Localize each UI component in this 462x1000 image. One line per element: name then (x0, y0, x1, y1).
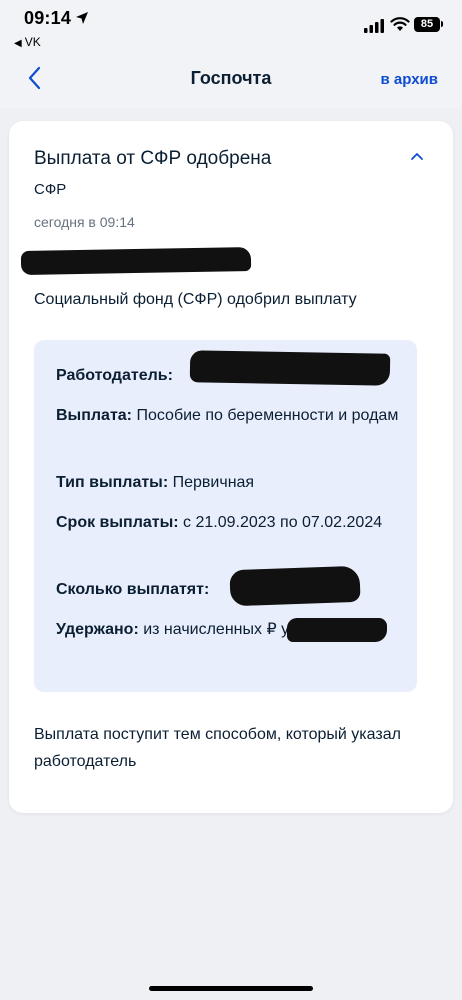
detail-label: Срок выплаты: (56, 514, 179, 531)
detail-label: Работодатель: (56, 367, 173, 384)
detail-payment-type: Тип выплаты: Первичная (56, 469, 406, 496)
message-footer: Выплата поступит тем способом, который у… (34, 726, 401, 770)
detail-label: Сколько выплатят: (56, 581, 210, 598)
battery-tip (441, 21, 443, 27)
message-sender: СФР (34, 181, 67, 198)
message-card: Выплата от СФР одобрена СФР сегодня в 09… (9, 121, 453, 813)
message-summary: Социальный фонд (СФР) одобрил выплату (34, 291, 357, 308)
status-time: 09:14 (24, 8, 72, 28)
redacted-employer (189, 350, 391, 386)
detail-label: Выплата: (56, 407, 133, 424)
detail-label: Удержано: (56, 621, 139, 638)
detail-payment-period: Срок выплаты: с 21.09.2023 по 07.02.2024 (56, 509, 406, 536)
cellular-signal-icon (364, 19, 384, 33)
detail-value: Первичная (168, 474, 255, 491)
archive-button[interactable]: в архив (381, 71, 438, 88)
detail-value: Пособие по беременности и родам (132, 407, 399, 424)
back-to-app-link[interactable]: ◀ VK (14, 35, 41, 49)
wifi-icon (390, 17, 410, 31)
message-title: Выплата от СФР одобрена (34, 148, 272, 169)
payment-details: Работодатель: Выплата: Пособие по береме… (34, 340, 417, 692)
redacted-amount (229, 565, 361, 607)
detail-value: с 21.09.2023 по 07.02.2024 (178, 514, 383, 531)
nav-bar: Госпочта в архив (0, 52, 462, 108)
message-date: сегодня в 09:14 (34, 214, 135, 230)
home-indicator[interactable] (149, 986, 313, 991)
back-app-label: VK (24, 35, 41, 49)
back-triangle-icon: ◀ (14, 38, 22, 49)
status-bar: 09:14 ◀ VK 85 (0, 0, 462, 52)
detail-payment: Выплата: Пособие по беременности и родам (56, 402, 406, 429)
redacted-accrued (287, 618, 387, 642)
detail-label: Тип выплаты: (56, 474, 169, 491)
battery-indicator: 85 (414, 17, 440, 32)
redacted-recipient (20, 246, 252, 276)
chevron-up-icon[interactable] (409, 150, 425, 162)
location-arrow-icon (76, 12, 88, 24)
